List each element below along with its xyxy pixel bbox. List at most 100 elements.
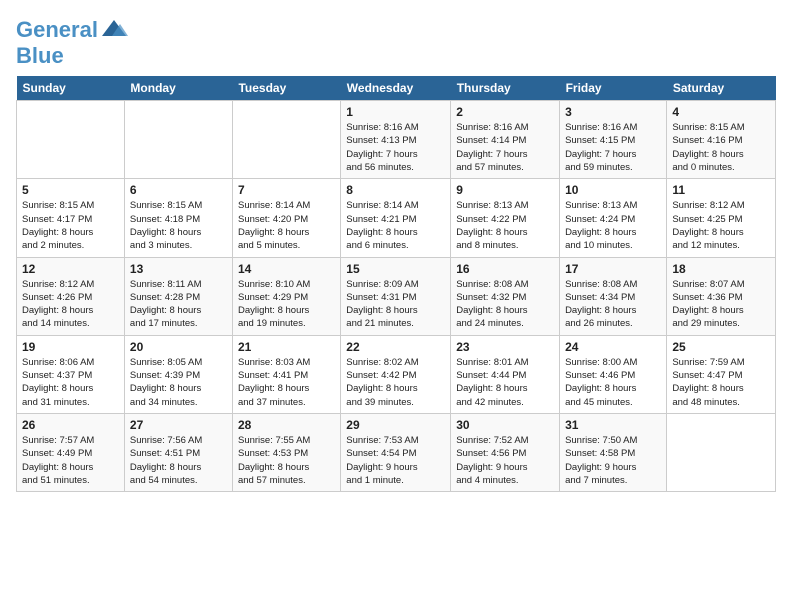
calendar-cell: 3 Sunrise: 8:16 AM Sunset: 4:15 PM Daylig…	[560, 101, 667, 179]
day-number: 11	[672, 183, 770, 197]
day-number: 16	[456, 262, 554, 276]
calendar-cell	[17, 101, 125, 179]
day-number: 28	[238, 418, 335, 432]
calendar-cell: 6Sunrise: 8:15 AM Sunset: 4:18 PM Daylig…	[124, 179, 232, 257]
calendar-cell: 19 Sunrise: 8:06 AM Sunset: 4:37 PM Dayli…	[17, 335, 125, 413]
calendar-cell: 1 Sunrise: 8:16 AM Sunset: 4:13 PM Daylig…	[341, 101, 451, 179]
calendar-cell	[232, 101, 340, 179]
day-number: 18	[672, 262, 770, 276]
logo-text-blue: Blue	[16, 44, 64, 68]
day-number: 31	[565, 418, 661, 432]
calendar-cell: 31Sunrise: 7:50 AM Sunset: 4:58 PM Dayli…	[560, 413, 667, 491]
day-info: Sunrise: 8:12 AM Sunset: 4:26 PM Dayligh…	[22, 278, 119, 331]
calendar-week: 12 Sunrise: 8:12 AM Sunset: 4:26 PM Dayli…	[17, 257, 776, 335]
day-number: 2	[456, 105, 554, 119]
day-info: Sunrise: 8:10 AM Sunset: 4:29 PM Dayligh…	[238, 278, 335, 331]
calendar-cell: 22Sunrise: 8:02 AM Sunset: 4:42 PM Dayli…	[341, 335, 451, 413]
day-number: 7	[238, 183, 335, 197]
calendar-cell	[667, 413, 776, 491]
calendar-cell: 26 Sunrise: 7:57 AM Sunset: 4:49 PM Dayli…	[17, 413, 125, 491]
calendar-cell: 5 Sunrise: 8:15 AM Sunset: 4:17 PM Daylig…	[17, 179, 125, 257]
day-info: Sunrise: 8:08 AM Sunset: 4:34 PM Dayligh…	[565, 278, 661, 331]
logo-icon	[100, 16, 128, 44]
calendar-cell: 12 Sunrise: 8:12 AM Sunset: 4:26 PM Dayli…	[17, 257, 125, 335]
day-number: 29	[346, 418, 445, 432]
day-number: 8	[346, 183, 445, 197]
day-info: Sunrise: 8:16 AM Sunset: 4:13 PM Dayligh…	[346, 121, 445, 174]
day-info: Sunrise: 7:59 AM Sunset: 4:47 PM Dayligh…	[672, 356, 770, 409]
day-header-friday: Friday	[560, 76, 667, 101]
day-number: 9	[456, 183, 554, 197]
day-info: Sunrise: 7:52 AM Sunset: 4:56 PM Dayligh…	[456, 434, 554, 487]
calendar-cell: 10 Sunrise: 8:13 AM Sunset: 4:24 PM Dayli…	[560, 179, 667, 257]
day-info: Sunrise: 8:09 AM Sunset: 4:31 PM Dayligh…	[346, 278, 445, 331]
day-info: Sunrise: 8:01 AM Sunset: 4:44 PM Dayligh…	[456, 356, 554, 409]
calendar-table: SundayMondayTuesdayWednesdayThursdayFrid…	[16, 76, 776, 492]
day-header-wednesday: Wednesday	[341, 76, 451, 101]
day-info: Sunrise: 8:14 AM Sunset: 4:21 PM Dayligh…	[346, 199, 445, 252]
day-number: 5	[22, 183, 119, 197]
day-info: Sunrise: 8:12 AM Sunset: 4:25 PM Dayligh…	[672, 199, 770, 252]
calendar-cell: 13Sunrise: 8:11 AM Sunset: 4:28 PM Dayli…	[124, 257, 232, 335]
day-number: 21	[238, 340, 335, 354]
day-info: Sunrise: 8:13 AM Sunset: 4:24 PM Dayligh…	[565, 199, 661, 252]
calendar-cell: 27 Sunrise: 7:56 AM Sunset: 4:51 PM Dayli…	[124, 413, 232, 491]
logo: General Blue	[16, 16, 128, 68]
day-number: 14	[238, 262, 335, 276]
day-number: 12	[22, 262, 119, 276]
calendar-cell: 9 Sunrise: 8:13 AM Sunset: 4:22 PM Daylig…	[451, 179, 560, 257]
day-number: 24	[565, 340, 661, 354]
calendar-cell: 21Sunrise: 8:03 AM Sunset: 4:41 PM Dayli…	[232, 335, 340, 413]
day-header-tuesday: Tuesday	[232, 76, 340, 101]
calendar-week: 5 Sunrise: 8:15 AM Sunset: 4:17 PM Daylig…	[17, 179, 776, 257]
calendar-cell: 20Sunrise: 8:05 AM Sunset: 4:39 PM Dayli…	[124, 335, 232, 413]
day-number: 23	[456, 340, 554, 354]
calendar-cell: 23 Sunrise: 8:01 AM Sunset: 4:44 PM Dayli…	[451, 335, 560, 413]
calendar-cell: 17 Sunrise: 8:08 AM Sunset: 4:34 PM Dayli…	[560, 257, 667, 335]
day-info: Sunrise: 7:55 AM Sunset: 4:53 PM Dayligh…	[238, 434, 335, 487]
day-number: 17	[565, 262, 661, 276]
day-info: Sunrise: 8:08 AM Sunset: 4:32 PM Dayligh…	[456, 278, 554, 331]
day-number: 27	[130, 418, 227, 432]
calendar-cell: 4 Sunrise: 8:15 AM Sunset: 4:16 PM Daylig…	[667, 101, 776, 179]
page-header: General Blue	[16, 16, 776, 68]
calendar-cell: 2 Sunrise: 8:16 AM Sunset: 4:14 PM Daylig…	[451, 101, 560, 179]
day-info: Sunrise: 8:15 AM Sunset: 4:17 PM Dayligh…	[22, 199, 119, 252]
day-number: 22	[346, 340, 445, 354]
day-number: 30	[456, 418, 554, 432]
day-info: Sunrise: 8:14 AM Sunset: 4:20 PM Dayligh…	[238, 199, 335, 252]
calendar-header: SundayMondayTuesdayWednesdayThursdayFrid…	[17, 76, 776, 101]
day-info: Sunrise: 8:16 AM Sunset: 4:15 PM Dayligh…	[565, 121, 661, 174]
day-info: Sunrise: 7:56 AM Sunset: 4:51 PM Dayligh…	[130, 434, 227, 487]
day-number: 19	[22, 340, 119, 354]
day-info: Sunrise: 8:00 AM Sunset: 4:46 PM Dayligh…	[565, 356, 661, 409]
day-info: Sunrise: 8:11 AM Sunset: 4:28 PM Dayligh…	[130, 278, 227, 331]
calendar-cell: 14 Sunrise: 8:10 AM Sunset: 4:29 PM Dayli…	[232, 257, 340, 335]
day-number: 10	[565, 183, 661, 197]
day-info: Sunrise: 8:07 AM Sunset: 4:36 PM Dayligh…	[672, 278, 770, 331]
calendar-week: 1 Sunrise: 8:16 AM Sunset: 4:13 PM Daylig…	[17, 101, 776, 179]
calendar-cell: 30 Sunrise: 7:52 AM Sunset: 4:56 PM Dayli…	[451, 413, 560, 491]
day-number: 1	[346, 105, 445, 119]
day-header-sunday: Sunday	[17, 76, 125, 101]
calendar-cell: 11 Sunrise: 8:12 AM Sunset: 4:25 PM Dayli…	[667, 179, 776, 257]
day-info: Sunrise: 7:57 AM Sunset: 4:49 PM Dayligh…	[22, 434, 119, 487]
day-number: 26	[22, 418, 119, 432]
day-number: 15	[346, 262, 445, 276]
day-info: Sunrise: 8:16 AM Sunset: 4:14 PM Dayligh…	[456, 121, 554, 174]
calendar-cell: 7 Sunrise: 8:14 AM Sunset: 4:20 PM Daylig…	[232, 179, 340, 257]
day-info: Sunrise: 8:05 AM Sunset: 4:39 PM Dayligh…	[130, 356, 227, 409]
calendar-cell: 15 Sunrise: 8:09 AM Sunset: 4:31 PM Dayli…	[341, 257, 451, 335]
day-info: Sunrise: 8:15 AM Sunset: 4:18 PM Dayligh…	[130, 199, 227, 252]
day-number: 4	[672, 105, 770, 119]
day-header-monday: Monday	[124, 76, 232, 101]
calendar-week: 26 Sunrise: 7:57 AM Sunset: 4:49 PM Dayli…	[17, 413, 776, 491]
day-info: Sunrise: 8:06 AM Sunset: 4:37 PM Dayligh…	[22, 356, 119, 409]
calendar-cell: 25Sunrise: 7:59 AM Sunset: 4:47 PM Dayli…	[667, 335, 776, 413]
day-header-saturday: Saturday	[667, 76, 776, 101]
day-info: Sunrise: 8:15 AM Sunset: 4:16 PM Dayligh…	[672, 121, 770, 174]
day-info: Sunrise: 8:13 AM Sunset: 4:22 PM Dayligh…	[456, 199, 554, 252]
day-number: 3	[565, 105, 661, 119]
calendar-cell: 16 Sunrise: 8:08 AM Sunset: 4:32 PM Dayli…	[451, 257, 560, 335]
calendar-cell: 8 Sunrise: 8:14 AM Sunset: 4:21 PM Daylig…	[341, 179, 451, 257]
